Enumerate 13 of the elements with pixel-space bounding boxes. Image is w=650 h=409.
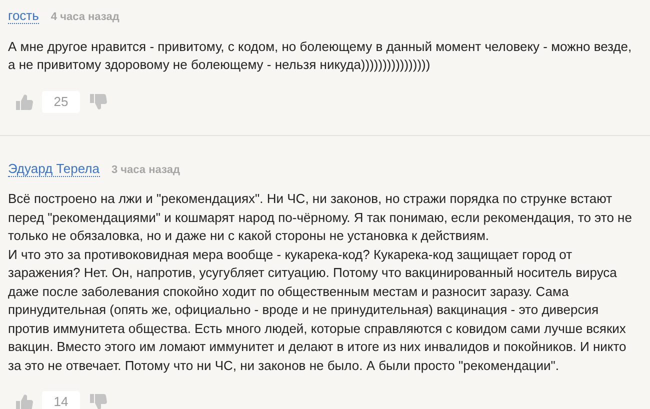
vote-count: 14 <box>42 391 80 409</box>
vote-count: 25 <box>42 90 80 112</box>
author-link[interactable]: гость <box>8 8 39 24</box>
comment-text: И что это за противоковидная мера вообще - кукарека-код? Кукарека-код защищает город от заражения? Нет. Он, напротив, усугубляет ситуацию. Потому что вакцинированный носитель вируса даже после заболевания спокойно ходит по общественным местам и разносит заразу. Сама принудительная (опять же, официально - вроде и не принудительная) вакцинация - это диверсия против иммунитета общества. Есть много людей, которые справляются с ковидом сами лучше всяких вакцин. Вместо этого им ломают иммунитет и делают в итоге из них инвалидов и покойников. И никто за это не отвечает. Потому что ни ЧС, ни законов не было. А были просто "рекомендации". <box>8 246 628 375</box>
thumbs-up-icon[interactable] <box>14 392 34 409</box>
comment-time: 4 часа назад <box>50 10 120 25</box>
thumbs-down-icon[interactable] <box>88 92 108 112</box>
comment-time: 3 часа назад <box>112 162 180 178</box>
comment-text: А мне другое нравится - привитому, с кодом, но болеющему в данный момент человеку - можно везде, а не привитому здоровому не болеющему - нельзя никуда)))))))))))))))) <box>8 38 633 74</box>
comment-text: Всё построено на лжи и "рекомендациях". Ни ЧС, ни законов, но стражи порядка по струнке встают перед "рекомендациями" и кошмарят народ по-чёрному. Я так понимаю, если рекомендация, то это не только не обязаловка, но и даже ни с какой стороны не установка к действиям. <box>8 190 633 245</box>
author-link[interactable]: Эдуард Терела <box>8 160 100 176</box>
thumbs-down-icon[interactable] <box>88 392 108 409</box>
thumbs-up-icon[interactable] <box>14 92 34 112</box>
